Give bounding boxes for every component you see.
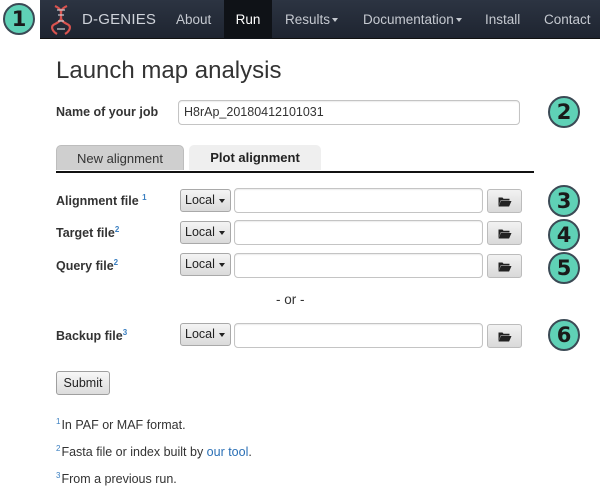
footnote-marker: 1 [56, 417, 61, 426]
backup-file-label: Backup file3 [56, 328, 127, 343]
select-value: Local [185, 225, 215, 239]
brand-name: D-GENIES [82, 11, 157, 28]
tab-new-alignment-label: New alignment [77, 151, 163, 166]
nav-about[interactable]: About [176, 0, 211, 39]
footnote-3: 3From a previous run. [56, 471, 177, 486]
job-name-label: Name of your job [56, 105, 159, 119]
footnote-marker: 3 [56, 471, 61, 480]
annotation-badge-4: 4 [548, 219, 580, 251]
target-browse-button[interactable] [487, 221, 522, 245]
nav-about-label: About [176, 12, 212, 27]
nav-contact-label: Contact [544, 12, 591, 27]
footnote-text: Fasta file or index built by [61, 445, 207, 460]
dropdown-arrow-icon [218, 198, 225, 203]
alignment-file-label-text: Alignment file [56, 194, 139, 209]
footnote-ref: 2 [113, 258, 119, 267]
folder-open-icon [498, 262, 511, 271]
target-file-label: Target file2 [56, 225, 119, 240]
chevron-down-icon [332, 18, 339, 23]
or-separator: - or - [276, 292, 305, 307]
footnote-ref: 2 [114, 225, 120, 234]
nav-results[interactable]: Results [285, 0, 339, 39]
footnote-text: In PAF or MAF format. [61, 418, 186, 433]
alignment-browse-button[interactable] [487, 189, 522, 213]
folder-open-icon [498, 332, 511, 341]
backup-browse-button[interactable] [487, 324, 522, 348]
annotation-badge-1: 1 [3, 3, 35, 35]
select-value: Local [185, 193, 215, 207]
dropdown-arrow-icon [218, 262, 225, 267]
annotation-badge-5: 5 [548, 252, 580, 284]
tab-new-alignment[interactable]: New alignment [56, 145, 184, 170]
query-file-input[interactable] [234, 253, 483, 278]
job-name-input[interactable]: H8rAp_20180412101031 [178, 100, 520, 125]
backup-source-select[interactable]: Local [180, 323, 231, 346]
backup-file-input[interactable] [234, 323, 483, 348]
footnote-text-end: . [248, 445, 252, 460]
chevron-down-icon [455, 18, 462, 23]
target-source-select[interactable]: Local [180, 221, 231, 244]
our-tool-link[interactable]: our tool [207, 445, 249, 459]
page-title: Launch map analysis [56, 57, 282, 84]
nav-install[interactable]: Install [485, 0, 520, 39]
annotation-badge-6: 6 [548, 319, 580, 351]
footnote-2: 2Fasta file or index built by our tool. [56, 444, 252, 459]
query-browse-button[interactable] [487, 254, 522, 278]
nav-contact[interactable]: Contact [544, 0, 591, 39]
alignment-file-label: Alignment file 1 [56, 193, 147, 208]
backup-file-label-text: Backup file [56, 329, 123, 344]
tab-plot-alignment[interactable]: Plot alignment [189, 145, 321, 170]
annotation-badge-3: 3 [548, 185, 580, 217]
footnote-ref: 3 [122, 328, 128, 337]
target-file-label-text: Target file [56, 226, 115, 241]
alignment-file-input[interactable] [234, 188, 483, 213]
brand[interactable]: D-GENIES [48, 0, 156, 39]
dropdown-arrow-icon [218, 332, 225, 337]
folder-open-icon [498, 197, 511, 206]
dropdown-arrow-icon [218, 230, 225, 235]
footnote-marker: 2 [56, 444, 61, 453]
submit-button[interactable]: Submit [56, 371, 110, 395]
nav-documentation-label: Documentation [363, 12, 454, 27]
alignment-source-select[interactable]: Local [180, 189, 231, 212]
folder-open-icon [498, 229, 511, 238]
select-value: Local [185, 327, 215, 341]
query-source-select[interactable]: Local [180, 253, 231, 276]
footnote-text: From a previous run. [61, 472, 177, 487]
annotation-badge-2: 2 [548, 96, 580, 128]
select-value: Local [185, 257, 215, 271]
nav-run[interactable]: Run [224, 0, 272, 39]
nav-run-label: Run [235, 12, 261, 27]
top-navbar: D-GENIES About Run Results Documentation… [40, 0, 600, 39]
query-file-label: Query file2 [56, 258, 118, 273]
nav-documentation[interactable]: Documentation [363, 0, 462, 39]
target-file-input[interactable] [234, 220, 483, 245]
dna-logo-icon [51, 4, 71, 35]
nav-results-label: Results [285, 12, 331, 27]
tab-divider [56, 171, 534, 173]
nav-install-label: Install [485, 12, 521, 27]
tab-plot-alignment-label: Plot alignment [210, 150, 300, 165]
footnote-ref: 1 [142, 193, 147, 202]
query-file-label-text: Query file [56, 259, 114, 274]
footnote-1: 1In PAF or MAF format. [56, 417, 186, 432]
